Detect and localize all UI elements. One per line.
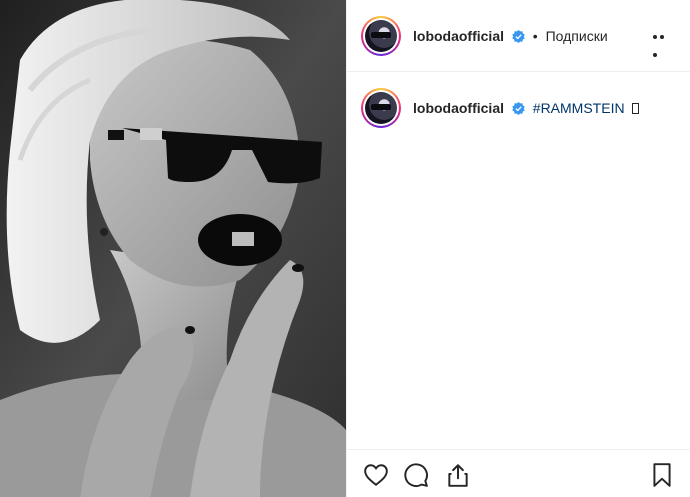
post-photo[interactable] (0, 0, 346, 497)
caption-username-link[interactable]: lobodaofficial (413, 100, 504, 116)
verified-badge-icon (512, 102, 525, 115)
more-options-icon[interactable] (653, 28, 673, 57)
hashtag-link[interactable]: #RAMMSTEIN (533, 100, 625, 116)
share-icon[interactable] (445, 462, 471, 488)
verified-badge-icon (512, 30, 525, 43)
instagram-post: lobodaofficial • Подписки lobodaofficial (0, 0, 690, 497)
caption-avatar[interactable] (361, 88, 401, 128)
post-actions-bar (347, 449, 690, 497)
post-header: lobodaofficial • Подписки (347, 0, 690, 72)
comment-icon[interactable] (403, 462, 429, 488)
heart-icon[interactable] (363, 462, 389, 488)
author-username-link[interactable]: lobodaofficial (413, 28, 504, 44)
separator-dot: • (532, 28, 538, 44)
unsupported-emoji-glyph (632, 103, 640, 114)
author-avatar[interactable] (361, 16, 401, 56)
following-button[interactable]: Подписки (546, 28, 608, 44)
header-text: lobodaofficial • Подписки (413, 28, 608, 44)
post-side-panel: lobodaofficial • Подписки lobodaofficial (346, 0, 690, 497)
photo-illustration (0, 0, 346, 497)
bookmark-icon[interactable] (649, 462, 675, 488)
caption-text: lobodaofficial #RAMMSTEIN (413, 100, 640, 116)
